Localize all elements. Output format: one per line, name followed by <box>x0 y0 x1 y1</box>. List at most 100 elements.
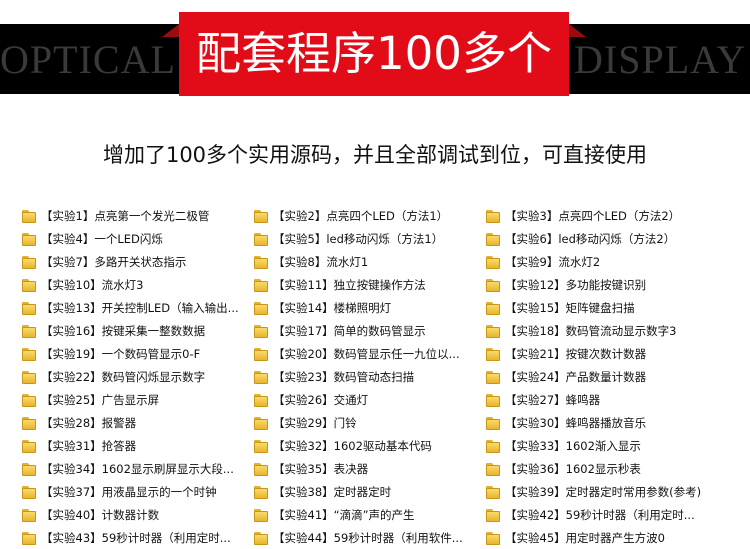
folder-icon <box>254 278 268 292</box>
list-item[interactable]: 【实验44】59秒计时器（利用软件... <box>254 528 482 548</box>
list-item-label: 【实验43】59秒计时器（利用定时... <box>41 531 231 545</box>
list-item[interactable]: 【实验1】点亮第一个发光二极管 <box>22 206 250 226</box>
folder-icon <box>486 370 500 384</box>
list-item[interactable]: 【实验17】简单的数码管显示 <box>254 321 482 341</box>
list-item-label: 【实验23】数码管动态扫描 <box>273 370 415 384</box>
folder-icon <box>254 232 268 246</box>
list-item[interactable]: 【实验22】数码管闪烁显示数字 <box>22 367 250 387</box>
list-item-label: 【实验29】门铃 <box>273 416 357 430</box>
list-item[interactable]: 【实验32】1602驱动基本代码 <box>254 436 482 456</box>
folder-icon <box>254 508 268 522</box>
list-item-label: 【实验6】led移动闪烁（方法2） <box>505 232 676 246</box>
list-item-label: 【实验15】矩阵键盘扫描 <box>505 301 635 315</box>
list-item[interactable]: 【实验26】交通灯 <box>254 390 482 410</box>
list-item[interactable]: 【实验13】开关控制LED（输入输出... <box>22 298 250 318</box>
list-item[interactable]: 【实验18】数码管流动显示数字3 <box>486 321 718 341</box>
list-item-label: 【实验42】59秒计时器（利用定时... <box>505 508 695 522</box>
list-item[interactable]: 【实验27】蜂鸣器 <box>486 390 718 410</box>
subtitle: 增加了100多个实用源码，并且全部调试到位，可直接使用 <box>102 143 648 167</box>
folder-icon <box>486 301 500 315</box>
list-item[interactable]: 【实验29】门铃 <box>254 413 482 433</box>
folder-icon <box>486 439 500 453</box>
list-item-label: 【实验16】按键采集一整数数据 <box>41 324 206 338</box>
list-item[interactable]: 【实验2】点亮四个LED（方法1） <box>254 206 482 226</box>
list-item-label: 【实验26】交通灯 <box>273 393 369 407</box>
list-item-label: 【实验4】一个LED闪烁 <box>41 232 163 246</box>
folder-icon <box>486 209 500 223</box>
list-item[interactable]: 【实验43】59秒计时器（利用定时... <box>22 528 250 548</box>
list-item-label: 【实验35】表决器 <box>273 462 369 476</box>
list-item[interactable]: 【实验14】楼梯照明灯 <box>254 298 482 318</box>
list-item[interactable]: 【实验4】一个LED闪烁 <box>22 229 250 249</box>
folder-icon <box>486 324 500 338</box>
list-item[interactable]: 【实验39】定时器定时常用参数(参考) <box>486 482 718 502</box>
list-item[interactable]: 【实验42】59秒计时器（利用定时... <box>486 505 718 525</box>
folder-icon <box>486 232 500 246</box>
list-item[interactable]: 【实验9】流水灯2 <box>486 252 718 272</box>
list-item[interactable]: 【实验41】“滴滴”声的产生 <box>254 505 482 525</box>
list-item[interactable]: 【实验12】多功能按键识别 <box>486 275 718 295</box>
folder-icon <box>254 370 268 384</box>
list-item[interactable]: 【实验25】广告显示屏 <box>22 390 250 410</box>
list-item[interactable]: 【实验24】产品数量计数器 <box>486 367 718 387</box>
list-item-label: 【实验34】1602显示刷屏显示大段... <box>41 462 234 476</box>
list-item-label: 【实验1】点亮第一个发光二极管 <box>41 209 210 223</box>
list-item-label: 【实验12】多功能按键识别 <box>505 278 647 292</box>
list-item[interactable]: 【实验23】数码管动态扫描 <box>254 367 482 387</box>
list-item[interactable]: 【实验33】1602渐入显示 <box>486 436 718 456</box>
folder-icon <box>254 531 268 545</box>
list-item[interactable]: 【实验20】数码管显示任一九位以... <box>254 344 482 364</box>
list-item-label: 【实验45】用定时器产生方波0 <box>505 531 665 545</box>
list-item[interactable]: 【实验10】流水灯3 <box>22 275 250 295</box>
list-item[interactable]: 【实验5】led移动闪烁（方法1） <box>254 229 482 249</box>
folder-icon <box>486 347 500 361</box>
list-item[interactable]: 【实验11】独立按键操作方法 <box>254 275 482 295</box>
list-item[interactable]: 【实验30】蜂鸣器播放音乐 <box>486 413 718 433</box>
list-item-label: 【实验3】点亮四个LED（方法2） <box>505 209 681 223</box>
list-item-label: 【实验33】1602渐入显示 <box>505 439 641 453</box>
list-item[interactable]: 【实验7】多路开关状态指示 <box>22 252 250 272</box>
folder-icon <box>22 439 36 453</box>
list-item-label: 【实验24】产品数量计数器 <box>505 370 647 384</box>
list-item-label: 【实验21】按键次数计数器 <box>505 347 647 361</box>
list-item[interactable]: 【实验21】按键次数计数器 <box>486 344 718 364</box>
list-item[interactable]: 【实验3】点亮四个LED（方法2） <box>486 206 718 226</box>
list-item[interactable]: 【实验31】抢答器 <box>22 436 250 456</box>
list-item-label: 【实验2】点亮四个LED（方法1） <box>273 209 449 223</box>
list-item[interactable]: 【实验38】定时器定时 <box>254 482 482 502</box>
folder-icon <box>486 255 500 269</box>
list-item-label: 【实验25】广告显示屏 <box>41 393 160 407</box>
list-item[interactable]: 【实验34】1602显示刷屏显示大段... <box>22 459 250 479</box>
list-item-label: 【实验28】报警器 <box>41 416 137 430</box>
list-item[interactable]: 【实验45】用定时器产生方波0 <box>486 528 718 548</box>
folder-icon <box>254 462 268 476</box>
folder-icon <box>254 347 268 361</box>
list-item[interactable]: 【实验36】1602显示秒表 <box>486 459 718 479</box>
list-item[interactable]: 【实验15】矩阵键盘扫描 <box>486 298 718 318</box>
folder-icon <box>486 393 500 407</box>
list-item[interactable]: 【实验16】按键采集一整数数据 <box>22 321 250 341</box>
list-item[interactable]: 【实验40】计数器计数 <box>22 505 250 525</box>
list-item-label: 【实验39】定时器定时常用参数(参考) <box>505 485 702 499</box>
list-item-label: 【实验10】流水灯3 <box>41 278 144 292</box>
folder-icon <box>22 462 36 476</box>
list-item[interactable]: 【实验19】一个数码管显示0-F <box>22 344 250 364</box>
folder-icon <box>22 393 36 407</box>
list-item-label: 【实验9】流水灯2 <box>505 255 601 269</box>
list-item-label: 【实验19】一个数码管显示0-F <box>41 347 201 361</box>
list-item[interactable]: 【实验6】led移动闪烁（方法2） <box>486 229 718 249</box>
folder-icon <box>22 370 36 384</box>
list-item[interactable]: 【实验37】用液晶显示的一个时钟 <box>22 482 250 502</box>
list-item-label: 【实验18】数码管流动显示数字3 <box>505 324 677 338</box>
folder-icon <box>22 301 36 315</box>
folder-icon <box>22 255 36 269</box>
list-item[interactable]: 【实验8】流水灯1 <box>254 252 482 272</box>
list-item[interactable]: 【实验28】报警器 <box>22 413 250 433</box>
folder-icon <box>486 508 500 522</box>
list-item[interactable]: 【实验35】表决器 <box>254 459 482 479</box>
band-right-text: DISPLAY <box>574 37 747 82</box>
folder-icon <box>254 209 268 223</box>
folder-icon <box>254 255 268 269</box>
list-item-label: 【实验17】简单的数码管显示 <box>273 324 426 338</box>
list-item-label: 【实验11】独立按键操作方法 <box>273 278 426 292</box>
